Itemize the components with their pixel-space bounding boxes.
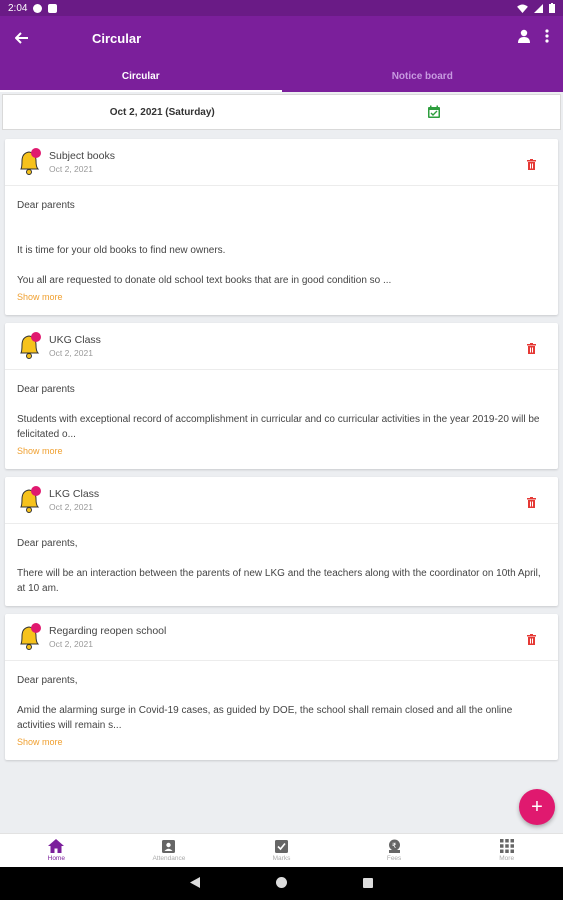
system-recents-button[interactable]	[363, 875, 373, 893]
nav-item-more[interactable]: More	[450, 834, 563, 867]
svg-text:₹: ₹	[392, 842, 397, 850]
delete-button[interactable]	[527, 632, 536, 650]
app-notification-icon	[48, 3, 58, 13]
circle-home-icon	[276, 876, 287, 888]
system-navigation-bar	[0, 867, 563, 900]
plus-icon: +	[531, 795, 543, 818]
overflow-menu-button[interactable]	[545, 28, 549, 48]
circular-paragraph: Students with exceptional record of acco…	[17, 414, 540, 440]
nav-item-fees[interactable]: ₹ Fees	[338, 834, 451, 867]
profile-button[interactable]	[517, 29, 531, 48]
circular-paragraph: Amid the alarming surge in Covid-19 case…	[17, 705, 513, 731]
nav-item-marks[interactable]: Marks	[225, 834, 338, 867]
circular-title: Subject books	[49, 150, 115, 162]
trash-icon	[527, 343, 536, 354]
battery-icon	[549, 3, 555, 13]
circular-paragraph: Dear parents	[17, 200, 75, 211]
circular-list: Subject books Oct 2, 2021 Dear parents I…	[5, 139, 558, 768]
card-body: Dear parents, Amid the alarming surge in…	[5, 661, 558, 760]
trash-icon	[527, 634, 536, 645]
delete-button[interactable]	[527, 341, 536, 359]
show-more-link[interactable]: Show more	[17, 444, 546, 461]
trash-icon	[527, 497, 536, 508]
fees-icon: ₹	[388, 839, 400, 853]
status-time: 2:04	[8, 2, 28, 14]
signal-icon	[534, 3, 543, 13]
app-bar: Circular	[0, 16, 563, 60]
system-back-button[interactable]	[190, 875, 200, 893]
circular-paragraph: Dear parents	[17, 384, 75, 395]
selected-date[interactable]: Oct 2, 2021 (Saturday)	[3, 107, 282, 118]
page-title: Circular	[92, 30, 142, 46]
bell-icon	[20, 148, 41, 175]
delete-button[interactable]	[527, 495, 536, 513]
nav-label: Fees	[386, 855, 402, 862]
card-header: Regarding reopen school Oct 2, 2021	[5, 614, 558, 661]
circular-card[interactable]: Subject books Oct 2, 2021 Dear parents I…	[5, 139, 558, 315]
circular-paragraph: It is time for your old books to find ne…	[17, 245, 226, 256]
message-notification-icon	[33, 3, 43, 13]
circular-paragraph: You all are requested to donate old scho…	[17, 275, 392, 286]
date-filter: Oct 2, 2021 (Saturday)	[2, 94, 561, 130]
back-button[interactable]	[0, 16, 44, 60]
circular-date: Oct 2, 2021	[49, 639, 93, 649]
circular-paragraph: Dear parents,	[17, 675, 78, 686]
nav-label: Marks	[272, 855, 291, 862]
person-icon	[518, 29, 530, 43]
card-header: LKG Class Oct 2, 2021	[5, 477, 558, 524]
system-home-button[interactable]	[276, 875, 287, 893]
card-header: UKG Class Oct 2, 2021	[5, 323, 558, 370]
triangle-back-icon	[190, 876, 200, 888]
tab-bar: Circular Notice board	[0, 60, 563, 92]
circular-date: Oct 2, 2021	[49, 348, 93, 358]
circular-paragraph: Dear parents,	[17, 538, 78, 549]
delete-button[interactable]	[527, 157, 536, 175]
circular-title: Regarding reopen school	[49, 625, 167, 637]
circular-card[interactable]: UKG Class Oct 2, 2021 Dear parents Stude…	[5, 323, 558, 469]
show-more-link[interactable]: Show more	[17, 735, 546, 752]
tab-circular[interactable]: Circular	[0, 60, 282, 92]
circular-title: UKG Class	[49, 334, 101, 346]
trash-icon	[527, 159, 536, 170]
circular-card[interactable]: Regarding reopen school Oct 2, 2021 Dear…	[5, 614, 558, 760]
add-circular-button[interactable]: +	[519, 789, 555, 825]
calendar-button[interactable]	[282, 105, 561, 119]
card-body: Dear parents, There will be an interacti…	[5, 524, 558, 606]
status-bar: 2:04	[0, 0, 563, 16]
bell-icon	[20, 332, 41, 359]
show-more-link[interactable]: Show more	[17, 290, 546, 307]
nav-label: Home	[47, 855, 65, 862]
bottom-navigation: Home Attendance Marks ₹ Fees More	[0, 833, 563, 867]
tab-notice-board[interactable]: Notice board	[282, 60, 563, 92]
card-header: Subject books Oct 2, 2021	[5, 139, 558, 186]
card-body: Dear parents It is time for your old boo…	[5, 186, 558, 315]
circular-date: Oct 2, 2021	[49, 502, 93, 512]
bell-icon	[20, 623, 41, 650]
card-body: Dear parents Students with exceptional r…	[5, 370, 558, 469]
home-icon	[48, 839, 65, 853]
circular-paragraph: There will be an interaction between the…	[17, 568, 541, 594]
circular-date: Oct 2, 2021	[49, 164, 93, 174]
calendar-icon	[427, 105, 440, 118]
bell-icon	[20, 486, 41, 513]
nav-item-attendance[interactable]: Attendance	[113, 834, 226, 867]
square-recents-icon	[363, 877, 373, 888]
marks-icon	[274, 840, 288, 853]
wifi-icon	[517, 3, 528, 13]
more-vertical-icon	[545, 28, 549, 43]
nav-label: More	[499, 855, 515, 862]
grid-icon	[499, 839, 514, 853]
attendance-icon	[162, 840, 176, 853]
arrow-left-icon	[15, 32, 28, 44]
nav-label: Attendance	[152, 855, 186, 862]
circular-card[interactable]: LKG Class Oct 2, 2021 Dear parents, Ther…	[5, 477, 558, 606]
circular-title: LKG Class	[49, 488, 100, 500]
nav-item-home[interactable]: Home	[0, 834, 113, 867]
